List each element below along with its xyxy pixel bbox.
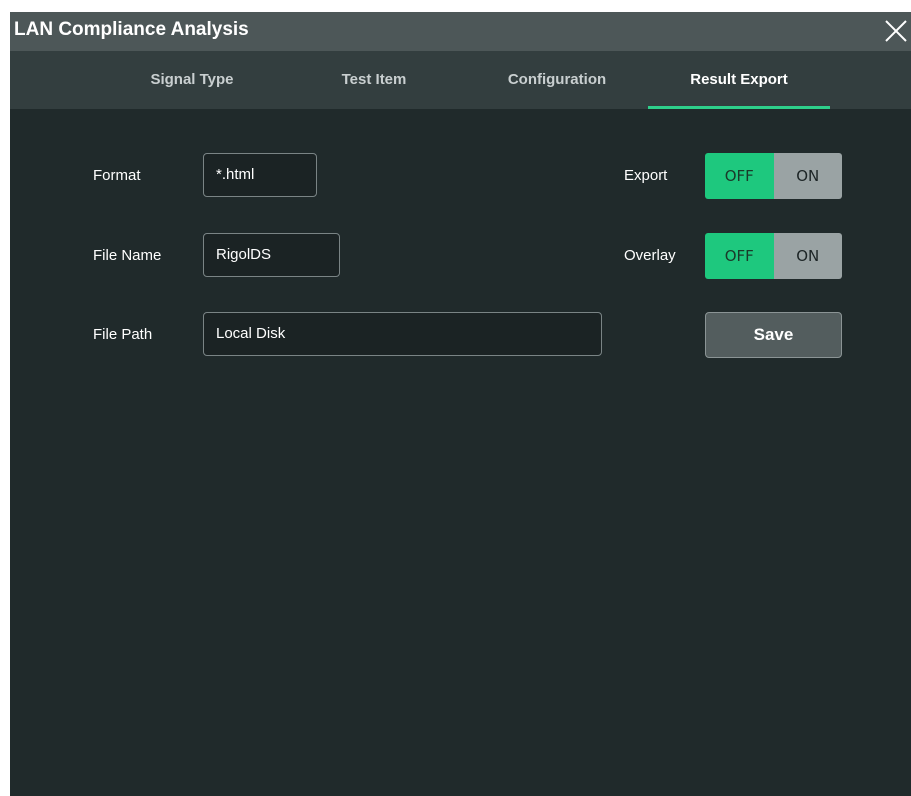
tab-bar: Signal Type Test Item Configuration Resu…: [10, 51, 911, 109]
overlay-toggle[interactable]: OFF ON: [705, 233, 842, 279]
tab-test-item[interactable]: Test Item: [282, 51, 466, 109]
active-tab-indicator: [648, 106, 830, 109]
file-name-field[interactable]: RigolDS: [203, 233, 340, 277]
close-icon[interactable]: [881, 16, 911, 46]
export-on-option[interactable]: ON: [773, 153, 842, 199]
overlay-label: Overlay: [624, 247, 676, 264]
format-field[interactable]: *.html: [203, 153, 317, 197]
lan-compliance-dialog: LAN Compliance Analysis Signal Type Test…: [10, 12, 911, 796]
format-label: Format: [93, 167, 141, 184]
export-off-option[interactable]: OFF: [705, 153, 774, 199]
tab-result-export[interactable]: Result Export: [648, 51, 830, 109]
export-label: Export: [624, 167, 668, 184]
export-toggle[interactable]: OFF ON: [705, 153, 842, 199]
window-title: LAN Compliance Analysis: [14, 19, 249, 40]
save-button[interactable]: Save: [705, 312, 842, 358]
overlay-on-option[interactable]: ON: [773, 233, 842, 279]
tab-label: Configuration: [507, 71, 607, 88]
tab-label: Result Export: [690, 71, 788, 88]
tab-configuration[interactable]: Configuration: [466, 51, 648, 109]
file-path-field[interactable]: Local Disk: [203, 312, 602, 356]
title-bar: LAN Compliance Analysis: [10, 12, 911, 51]
overlay-off-option[interactable]: OFF: [705, 233, 774, 279]
file-name-label: File Name: [93, 247, 162, 264]
tab-label: Signal Type: [150, 71, 234, 88]
tab-signal-type[interactable]: Signal Type: [102, 51, 282, 109]
tab-label: Test Item: [341, 71, 407, 88]
file-path-label: File Path: [93, 326, 153, 343]
